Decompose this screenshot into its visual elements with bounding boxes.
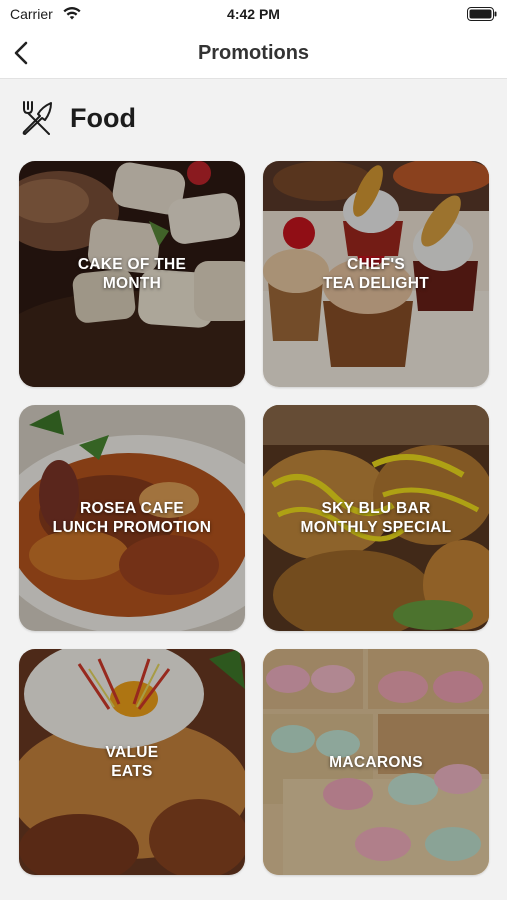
section-header: Food [18, 98, 136, 138]
promotion-card-cake-of-the-month[interactable]: CAKE OF THE MONTH [19, 161, 245, 387]
fork-knife-icon [22, 101, 52, 135]
promotion-title: SKY BLU BAR MONTHLY SPECIAL [300, 500, 452, 536]
battery-icon [467, 7, 497, 21]
promotion-title: VALUE EATS [105, 744, 159, 780]
promotion-card-value-eats[interactable]: VALUE EATS [19, 649, 245, 875]
promotion-card-macarons[interactable]: MACARONS [263, 649, 489, 875]
status-bar: Carrier 4:42 PM [0, 0, 507, 30]
promotion-card-rosea-cafe-lunch-promotion[interactable]: ROSEA CAFE LUNCH PROMOTION [19, 405, 245, 631]
promotion-title: CHEF'S TEA DELIGHT [322, 256, 430, 292]
promotion-title: CAKE OF THE MONTH [77, 256, 187, 292]
promotion-title: ROSEA CAFE LUNCH PROMOTION [52, 500, 212, 536]
promotion-title: MACARONS [329, 753, 423, 771]
promotion-grid: CAKE OF THE MONTH CHEF'S TEA DELIGHT ROS… [19, 161, 489, 875]
section-title: Food [70, 102, 136, 133]
promotion-card-chefs-tea-delight[interactable]: CHEF'S TEA DELIGHT [263, 161, 489, 387]
page-title: Promotions [197, 42, 310, 64]
status-time: 4:42 PM [227, 6, 280, 22]
navigation-bar: Promotions [0, 30, 507, 79]
promotion-card-sky-blu-bar-monthly-special[interactable]: SKY BLU BAR MONTHLY SPECIAL [263, 405, 489, 631]
